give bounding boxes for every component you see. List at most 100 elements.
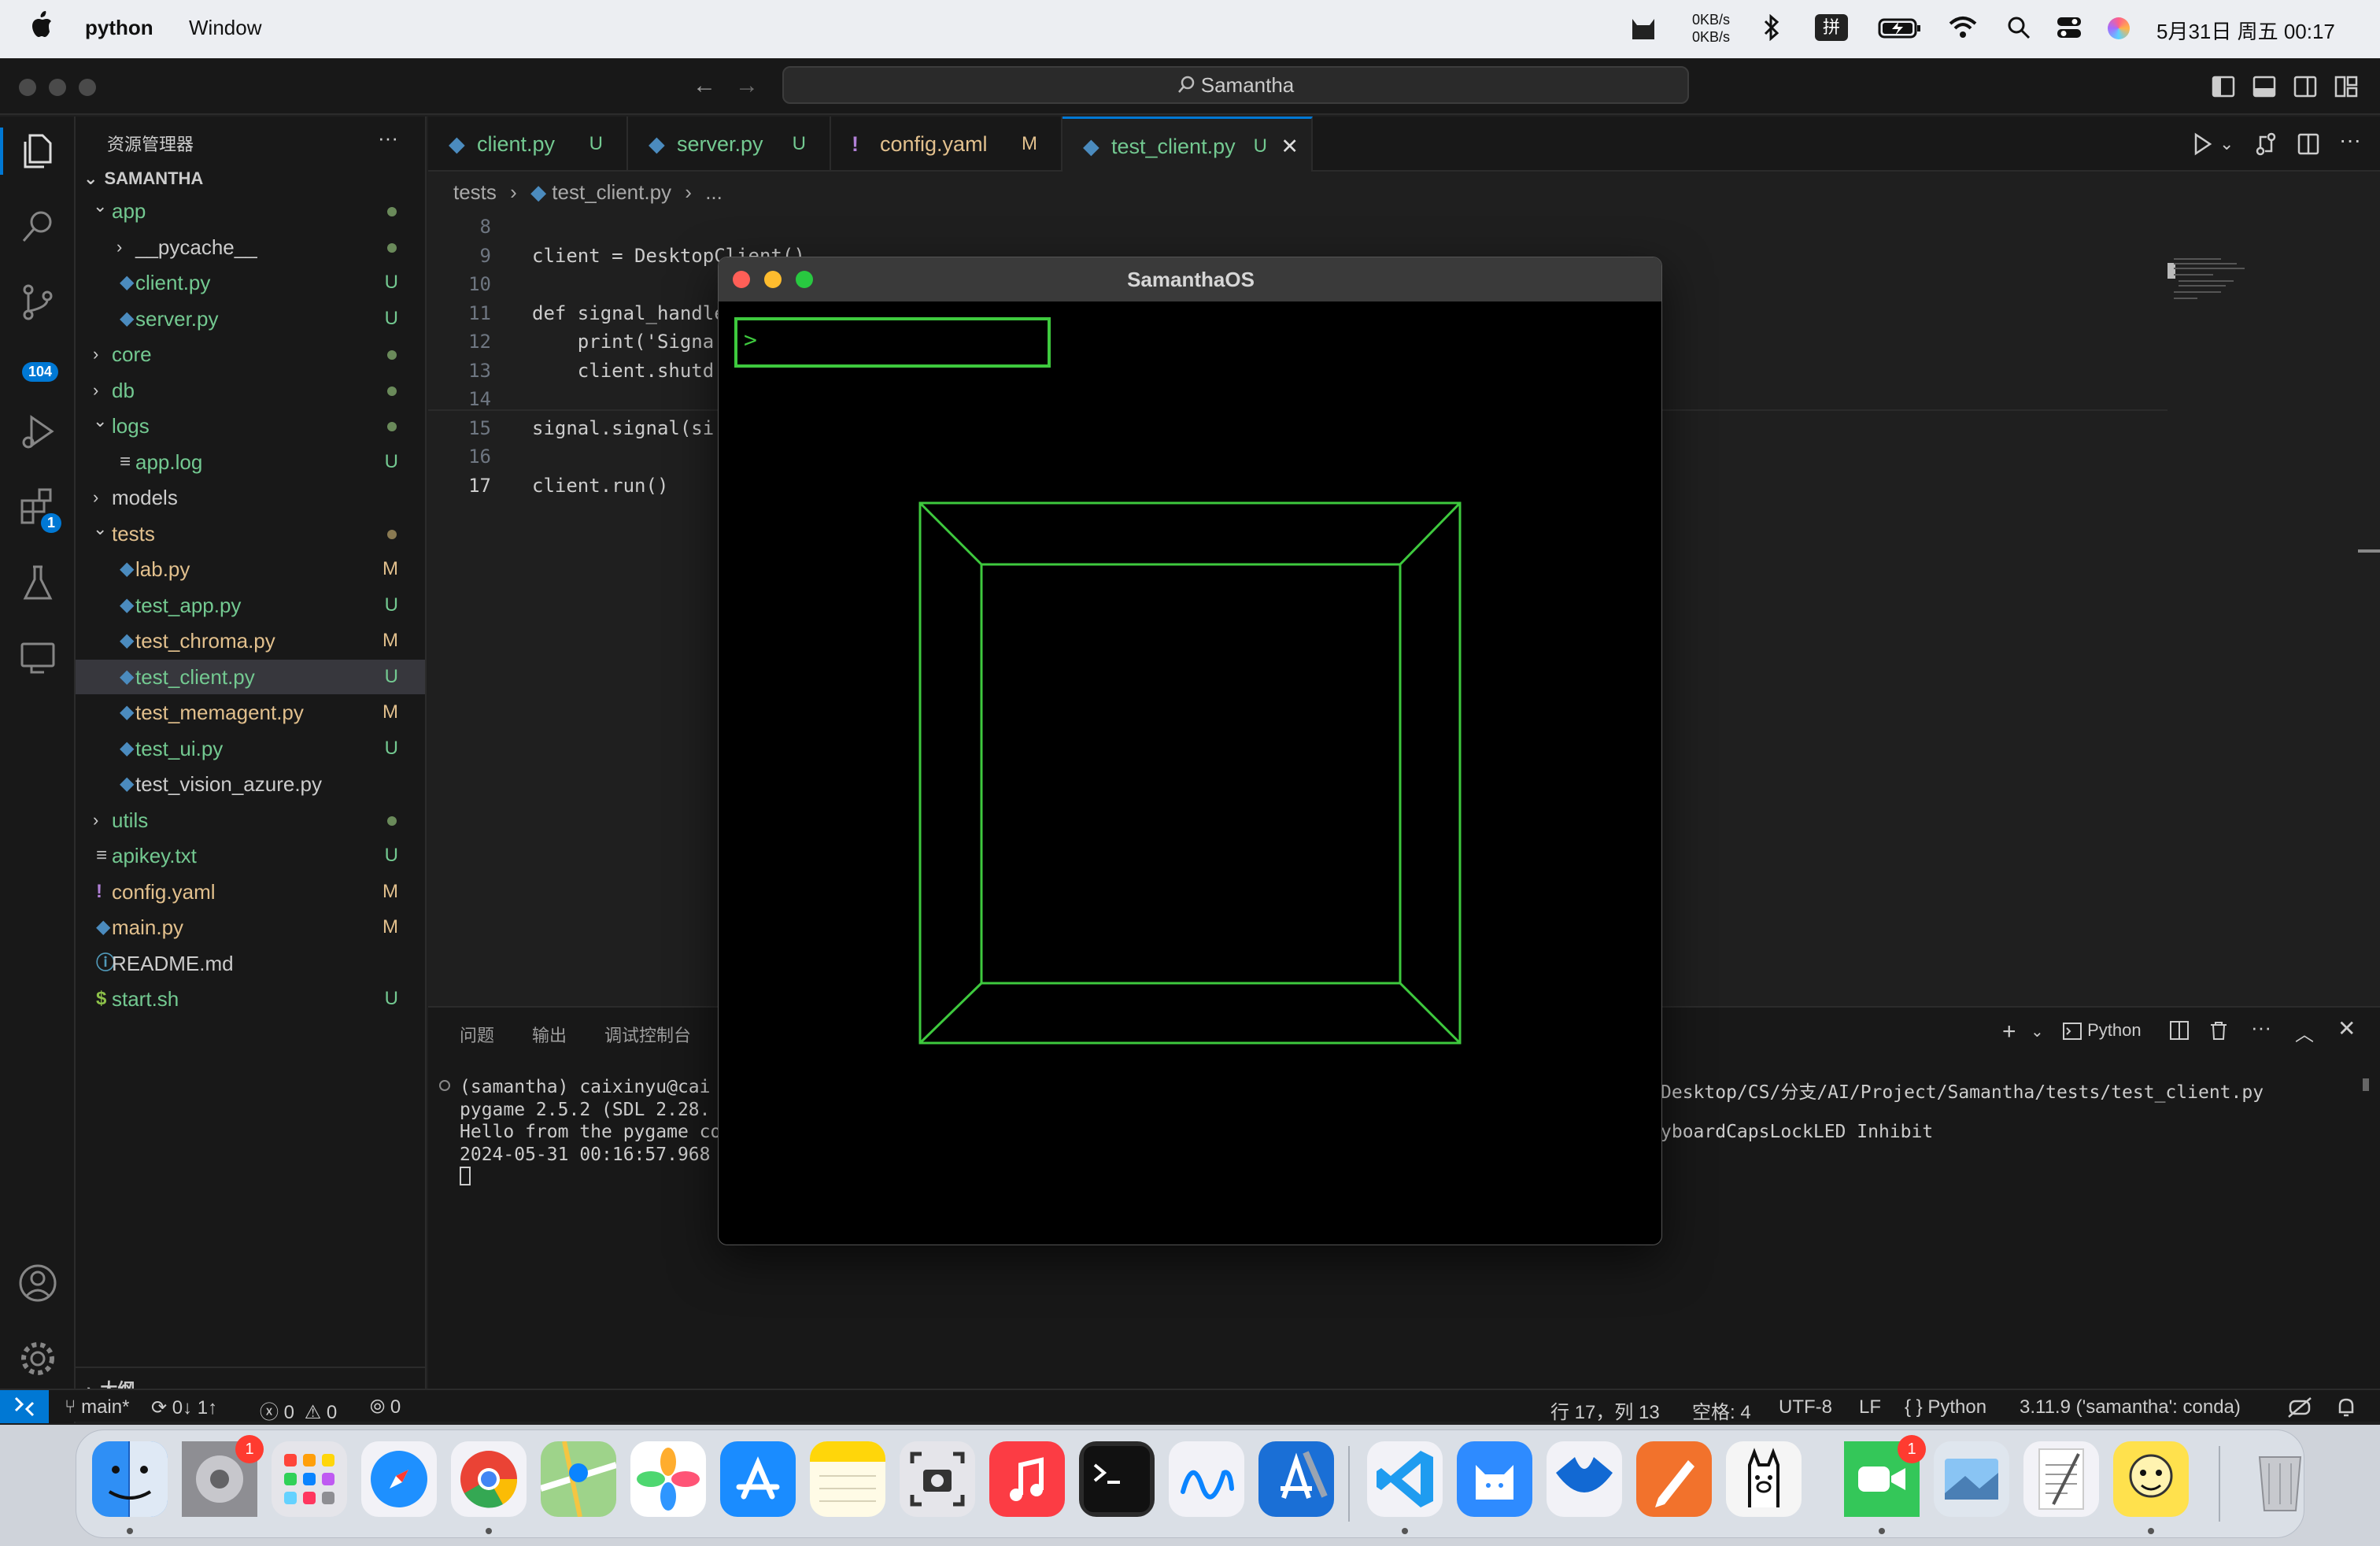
cat-app-icon[interactable] xyxy=(1457,1441,1532,1517)
tree-item[interactable]: ◆ test_client.py U xyxy=(76,659,425,694)
app-menu[interactable]: python xyxy=(85,16,153,40)
terminal-icon[interactable] xyxy=(1079,1441,1155,1517)
cursor-position[interactable]: 行 17，列 13 xyxy=(1550,1396,1660,1424)
tree-item[interactable]: ◆ test_chroma.py M xyxy=(76,623,425,658)
close-tab-icon[interactable]: ✕ xyxy=(1281,119,1299,174)
tree-item[interactable]: › __pycache__ xyxy=(76,230,425,264)
editor-tab[interactable]: ◆ client.py U xyxy=(428,117,628,172)
panel-tab[interactable]: 输出 xyxy=(532,1022,567,1047)
siri-icon[interactable] xyxy=(2108,17,2130,39)
control-center-icon[interactable] xyxy=(2056,16,2082,45)
editor-tab[interactable]: ◆ test_client.py U ✕ xyxy=(1062,117,1313,172)
screenshot-icon[interactable] xyxy=(900,1441,975,1517)
xcode-icon[interactable] xyxy=(1258,1441,1334,1517)
llama-app-icon[interactable] xyxy=(1726,1441,1802,1517)
accounts-icon[interactable] xyxy=(17,1263,58,1304)
minimap[interactable] xyxy=(2174,258,2268,321)
window-minimize-button[interactable] xyxy=(49,79,66,96)
input-method-icon[interactable]: 拼 xyxy=(1815,14,1848,41)
panel-tab[interactable]: 调试控制台 xyxy=(604,1022,691,1047)
panel-tab[interactable]: 问题 xyxy=(460,1022,494,1047)
language-mode[interactable]: { } Python xyxy=(1905,1396,1986,1418)
tree-item[interactable]: ◆ server.py U xyxy=(76,301,425,336)
editor-tab[interactable]: ! config.yaml M xyxy=(831,117,1062,172)
testing-icon[interactable] xyxy=(17,562,58,603)
branch-indicator[interactable]: ⑂ main* xyxy=(65,1396,129,1418)
tree-item[interactable]: › db xyxy=(76,373,425,408)
close-panel-icon[interactable]: ✕ xyxy=(2338,1015,2356,1041)
breadcrumb-more[interactable]: ... xyxy=(705,180,722,204)
chrome-icon[interactable] xyxy=(451,1441,527,1517)
bluetooth-icon[interactable] xyxy=(1763,13,1780,46)
tree-item[interactable]: ◆ test_memagent.py M xyxy=(76,695,425,730)
ports-indicator[interactable]: ⦾ 0 xyxy=(370,1396,401,1418)
manage-gear-icon[interactable] xyxy=(17,1338,58,1379)
tree-item[interactable]: ⓘ README.md xyxy=(76,946,425,981)
cat-status-icon[interactable] xyxy=(1628,13,1659,46)
textedit-icon[interactable] xyxy=(2023,1441,2099,1517)
toggle-primary-sidebar-icon[interactable] xyxy=(2212,76,2235,102)
customize-layout-icon[interactable] xyxy=(2334,76,2358,102)
spotlight-icon[interactable] xyxy=(2007,16,2031,45)
kill-terminal-trash-icon[interactable] xyxy=(2208,1020,2229,1045)
editor-tab[interactable]: ◆ server.py U xyxy=(628,117,831,172)
tree-item[interactable]: ◆ lab.py M xyxy=(76,552,425,586)
open-changes-icon[interactable] xyxy=(2254,132,2278,160)
freeform-icon[interactable] xyxy=(1169,1441,1244,1517)
tree-item[interactable]: ◆ test_vision_azure.py xyxy=(76,767,425,801)
tree-item[interactable]: ◆ test_app.py U xyxy=(76,588,425,623)
search-view-icon[interactable] xyxy=(17,206,58,247)
encoding[interactable]: UTF-8 xyxy=(1779,1396,1832,1418)
window-menu[interactable]: Window xyxy=(189,16,261,40)
app-store-icon[interactable] xyxy=(720,1441,796,1517)
forward-arrow-icon[interactable]: → xyxy=(735,72,759,99)
terminal-dropdown-chevron-icon[interactable]: ⌄ xyxy=(2031,1022,2044,1041)
split-terminal-icon[interactable] xyxy=(2169,1020,2190,1045)
breadcrumb-folder[interactable]: tests xyxy=(453,180,497,204)
maximize-panel-icon[interactable]: ︿ xyxy=(2295,1019,2314,1046)
preview-icon[interactable] xyxy=(1934,1441,2009,1517)
tree-item[interactable]: ⌄ app xyxy=(76,194,425,228)
split-editor-icon[interactable] xyxy=(2297,132,2320,160)
back-arrow-icon[interactable]: ← xyxy=(693,72,716,99)
maps-icon[interactable] xyxy=(541,1441,616,1517)
photos-icon[interactable] xyxy=(630,1441,706,1517)
tree-item[interactable]: › utils xyxy=(76,803,425,838)
battery-icon[interactable] xyxy=(1878,17,1922,45)
remote-explorer-icon[interactable] xyxy=(17,638,58,679)
run-file-icon[interactable] xyxy=(2191,132,2213,160)
run-menu-chevron-icon[interactable]: ⌄ xyxy=(2219,134,2234,154)
cartoon-app-icon[interactable] xyxy=(2113,1441,2189,1517)
toggle-secondary-sidebar-icon[interactable] xyxy=(2293,76,2317,102)
tree-item[interactable]: ◆ test_ui.py U xyxy=(76,731,425,766)
remote-indicator[interactable] xyxy=(0,1390,49,1423)
tree-item[interactable]: $ start.sh U xyxy=(76,982,425,1016)
terminal-profile[interactable]: Python xyxy=(2062,1020,2142,1041)
system-settings-icon[interactable]: 1 xyxy=(182,1435,264,1517)
window-zoom-button[interactable] xyxy=(79,79,96,96)
music-icon[interactable] xyxy=(989,1441,1065,1517)
command-center-search[interactable]: Samantha xyxy=(782,66,1689,104)
window-close-button[interactable] xyxy=(19,79,36,96)
tree-item[interactable]: ◆ main.py M xyxy=(76,910,425,945)
tree-item[interactable]: ◆ client.py U xyxy=(76,265,425,300)
workspace-header[interactable]: ⌄ SAMANTHA xyxy=(83,168,203,189)
tree-item[interactable]: ≡ app.log U xyxy=(76,445,425,479)
tree-item[interactable]: › core xyxy=(76,337,425,372)
mail-app-icon[interactable] xyxy=(1547,1441,1622,1517)
apple-menu-icon[interactable] xyxy=(30,11,54,45)
terminal-scrollbar[interactable] xyxy=(2363,1078,2369,1091)
notifications-bell-icon[interactable] xyxy=(2336,1396,2356,1424)
panel-more-icon[interactable]: ··· xyxy=(2251,1015,2271,1040)
sync-indicator[interactable]: ⟳ 0↓ 1↑ xyxy=(151,1396,217,1419)
trash-icon[interactable] xyxy=(2242,1441,2318,1517)
problems-indicator[interactable]: ⓧ 0 ⚠ 0 xyxy=(260,1396,337,1424)
new-terminal-icon[interactable]: + xyxy=(2002,1019,2016,1045)
tree-item[interactable]: ⌄ logs xyxy=(76,409,425,443)
menubar-clock[interactable]: 5月31日 周五 00:17 xyxy=(2156,16,2335,45)
vscode-icon[interactable] xyxy=(1367,1441,1443,1517)
launchpad-icon[interactable] xyxy=(272,1441,347,1517)
pen-app-icon[interactable] xyxy=(1636,1441,1712,1517)
finder-icon[interactable] xyxy=(92,1441,168,1517)
toggle-panel-icon[interactable] xyxy=(2252,76,2276,102)
